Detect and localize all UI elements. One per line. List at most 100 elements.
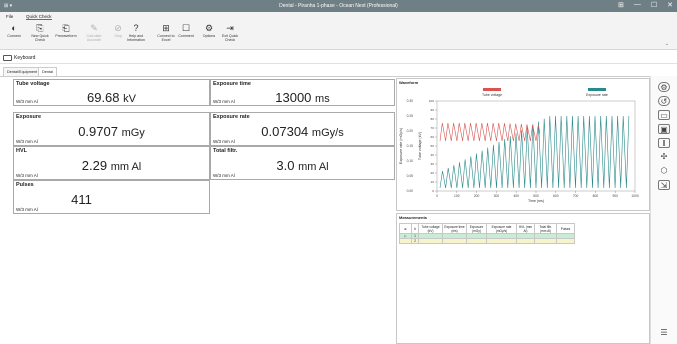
- y-right-tick-label: 10: [431, 180, 435, 184]
- panel-value: 69.68 kV: [86, 90, 136, 105]
- panel-filter-label: W/3 mm Al: [213, 139, 235, 144]
- y-right-tick-label: 30: [431, 162, 435, 166]
- y-left-tick-label: 0.30: [407, 99, 414, 103]
- waveform-chart[interactable]: Tube voltage Exposure rate0 100 200 300 400 50…: [397, 87, 649, 211]
- panel-filter-label: W/3 mm Al: [213, 99, 235, 104]
- column-header: Exposure (mGy): [466, 223, 487, 234]
- tag-icon[interactable]: ⬡: [658, 166, 670, 176]
- x-tick-label: 600: [553, 194, 559, 198]
- measurements-panel: Measurements ⊕ # Tube voltage (kV) Expos…: [396, 213, 650, 344]
- panel-title: Total filtr.: [213, 148, 238, 154]
- minimize-button[interactable]: —: [634, 1, 641, 9]
- panel-filter-label: W/3 mm Al: [16, 139, 38, 144]
- x-tick-label: 400: [513, 194, 519, 198]
- ribbon-collapse-icon[interactable]: ⌄: [665, 41, 669, 47]
- x-tick-label: 0: [436, 194, 438, 198]
- export-icon[interactable]: ⇲: [658, 180, 670, 190]
- panel-total-filtration[interactable]: Total filtr. 3.0 mm Al W/3 mm Al: [210, 146, 395, 180]
- tab-dental-equipment[interactable]: Dental/Equipment: [3, 67, 42, 76]
- calculate-icon: ✎: [90, 23, 98, 33]
- panel-title: Tube voltage: [16, 81, 50, 87]
- keyboard-icon: [3, 55, 12, 61]
- x-tick-label: 1000: [631, 194, 639, 198]
- keyboard-toolbar: Keyboard: [0, 52, 677, 64]
- list-icon[interactable]: ☰: [658, 328, 670, 338]
- maximize-button[interactable]: ☐: [651, 1, 657, 9]
- new-quick-check-button[interactable]: ⎘ New Quick Check: [28, 23, 52, 48]
- connect-button[interactable]: ◐ Connect: [2, 23, 26, 48]
- panel-value: 2.29 mm Al: [81, 158, 142, 173]
- compare-icon[interactable]: ‖: [658, 138, 670, 148]
- menu-bar: File Quick Check: [0, 12, 677, 21]
- waveform-panel: Waveform Tube voltage Exposure rate 0 100 20…: [396, 78, 650, 211]
- close-button[interactable]: ✕: [667, 1, 673, 9]
- panel-pulses[interactable]: Pulses 411 W/3 mm Al: [13, 180, 210, 214]
- y-left-tick-label: 0.25: [407, 114, 414, 118]
- x-tick-label: 700: [573, 194, 579, 198]
- panel-title: Exposure: [16, 114, 42, 120]
- x-tick-label: 500: [533, 194, 539, 198]
- y-right-axis-label: Tube voltage (kV): [418, 132, 422, 160]
- y-right-tick-label: 40: [431, 153, 435, 157]
- restore-layout-icon[interactable]: ⊞: [618, 1, 624, 9]
- new-check-icon: ⎘: [36, 23, 44, 33]
- comment-button[interactable]: ☐ Comment: [174, 23, 198, 48]
- column-header: Exposure time (ms): [442, 223, 467, 234]
- stop-icon: ⊘: [114, 23, 122, 33]
- tab-dental[interactable]: Dental: [38, 67, 57, 76]
- zoom-icon[interactable]: ⊕: [399, 223, 412, 234]
- layout-icon[interactable]: ▣: [658, 124, 670, 134]
- panel-filter-label: W/3 mm Al: [16, 207, 38, 212]
- measurements-title: Measurements: [399, 215, 428, 220]
- panel-tube-voltage[interactable]: Tube voltage 69.68 kV W/3 mm Al: [13, 79, 210, 106]
- y-right-tick-label: 90: [431, 108, 435, 112]
- column-header: Exposure rate (mGy/s): [486, 223, 517, 234]
- prewaveform-button[interactable]: ⎗ Prewaveform: [54, 23, 78, 48]
- waveform-title: Waveform: [399, 80, 419, 85]
- window-title: Dental - Piranha 1-phase - Ocean Next (P…: [279, 3, 398, 9]
- ribbon: ◐ Connect ⎘ New Quick Check ⎗ Prewavefor…: [0, 21, 677, 50]
- y-right-tick-label: 60: [431, 135, 435, 139]
- panel-value: 411: [71, 192, 92, 207]
- panel-title: Exposure rate: [213, 114, 250, 120]
- legend-swatch: [483, 88, 501, 91]
- legend-swatch: [588, 88, 606, 91]
- y-right-tick-label: 50: [431, 144, 435, 148]
- reset-icon[interactable]: ↺: [658, 96, 670, 106]
- y-left-axis-label: Exposure rate (mGy/s): [399, 128, 403, 164]
- panel-value: 0.07304 mGy/s: [261, 124, 344, 139]
- y-right-tick-label: 0: [432, 189, 434, 193]
- panel-filter-label: W/3 mm Al: [16, 99, 38, 104]
- panel-value: 13000 ms: [275, 90, 330, 105]
- settings-icon[interactable]: ⚙: [658, 82, 670, 92]
- help-icon: ?: [133, 23, 139, 33]
- exit-quick-check-button[interactable]: ⇥ Exit Quick Check: [218, 23, 242, 48]
- connect-icon: ◐: [11, 23, 17, 33]
- column-header: HVL (mm Al): [516, 223, 535, 234]
- x-tick-label: 900: [612, 194, 618, 198]
- calculate-accurate-button[interactable]: ✎ Calculate Accurate: [82, 23, 106, 48]
- column-header: Total filtr. (mm Al): [534, 223, 557, 234]
- panel-filter-label: W/3 mm Al: [213, 173, 235, 178]
- column-header: #: [411, 223, 419, 234]
- expand-icon[interactable]: ✣: [658, 152, 670, 162]
- table-header-row: ⊕ # Tube voltage (kV) Exposure time (ms)…: [399, 223, 575, 234]
- title-bar: ⊞ ▾ Dental - Piranha 1-phase - Ocean Nex…: [0, 0, 677, 12]
- y-left-tick-label: 0.15: [407, 144, 414, 148]
- panel-title: HVL: [16, 148, 27, 154]
- keyboard-button[interactable]: Keyboard: [14, 55, 35, 61]
- x-tick-label: 200: [474, 194, 480, 198]
- excel-icon: ⊞: [162, 23, 170, 33]
- options-icon: ⚙: [204, 23, 214, 33]
- waveform-view-icon[interactable]: ▭: [658, 110, 670, 120]
- menu-file[interactable]: File: [6, 14, 13, 19]
- panel-exposure-rate[interactable]: Exposure rate 0.07304 mGy/s W/3 mm Al: [210, 112, 395, 146]
- help-button[interactable]: ? Help and Information: [124, 23, 148, 48]
- table-row[interactable]: 2: [399, 238, 575, 244]
- menu-quick-check[interactable]: Quick Check: [26, 14, 52, 20]
- legend-label: Exposure rate: [586, 93, 608, 97]
- panel-exposure[interactable]: Exposure 0.9707 mGy W/3 mm Al: [13, 112, 210, 146]
- panel-exposure-time[interactable]: Exposure time 13000 ms W/3 mm Al: [210, 79, 395, 106]
- y-left-tick-label: 0.10: [407, 159, 414, 163]
- panel-hvl[interactable]: HVL 2.29 mm Al W/3 mm Al: [13, 146, 210, 180]
